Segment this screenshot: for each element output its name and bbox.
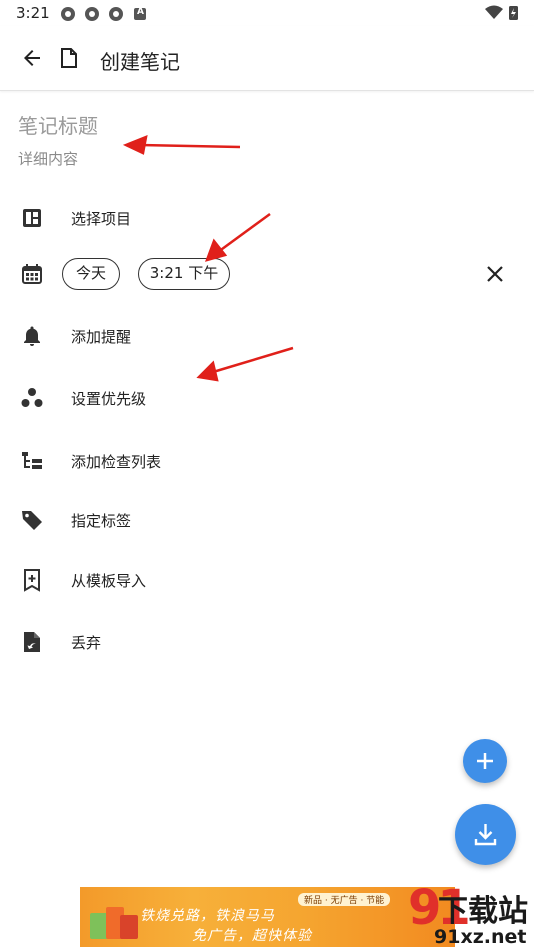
watermark-domain: 91xz.net — [434, 926, 527, 948]
annotation-arrow-head — [122, 134, 148, 155]
add-fab[interactable] — [463, 739, 507, 783]
shopping-bags-icon — [90, 907, 138, 939]
ad-banner[interactable]: 新品 · 无广告 · 节能 铁烧兑路，铁浪马马 免广告，超快体验 — [80, 887, 455, 947]
annotation-arrow-head — [196, 360, 219, 382]
watermark-text: 下载站 — [438, 894, 528, 929]
annotation-arrows — [122, 134, 294, 382]
plus-icon — [477, 753, 493, 769]
annotation-arrow-head — [204, 238, 228, 262]
ad-mini-label: 新品 · 无广告 · 节能 — [298, 893, 391, 906]
annotation-arrow — [217, 212, 271, 254]
ad-line2: 免广告，超快体验 — [192, 928, 312, 944]
download-icon — [474, 824, 497, 846]
ad-line1: 铁烧兑路，铁浪马马 — [140, 908, 275, 924]
annotation-arrow — [139, 143, 241, 149]
save-fab[interactable] — [455, 804, 516, 865]
annotation-arrow — [212, 346, 294, 374]
